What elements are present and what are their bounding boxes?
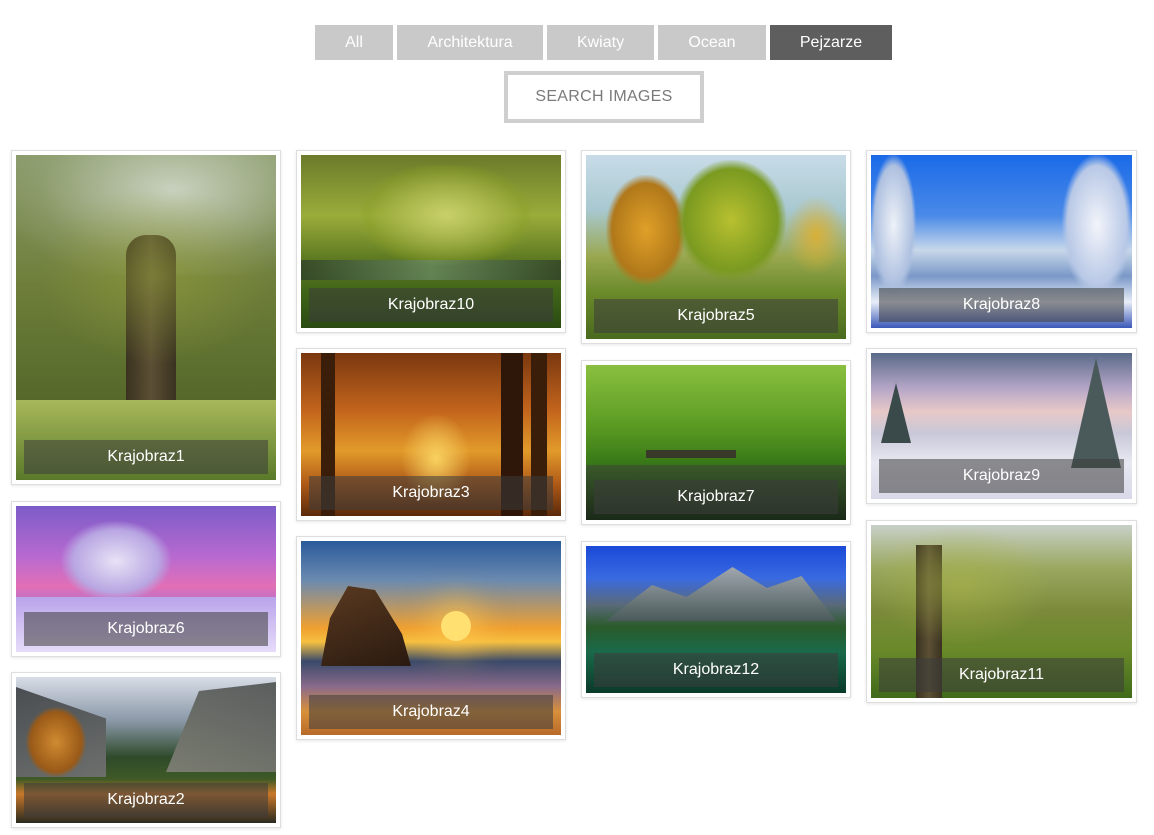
gallery-card-krajobraz1[interactable]: Krajobraz1 [11,150,281,485]
filter-architektura-button[interactable]: Architektura [397,25,543,60]
gallery-card-krajobraz2[interactable]: Krajobraz2 [11,672,281,828]
card-caption: Krajobraz7 [594,480,838,514]
purple-snow-photo: Krajobraz6 [16,506,276,652]
card-caption: Krajobraz12 [594,653,838,687]
sunset-beach-photo: Krajobraz4 [301,541,561,735]
autumn-forest-photo: Krajobraz3 [301,353,561,516]
card-caption: Krajobraz6 [24,612,268,646]
filter-all-button[interactable]: All [315,25,393,60]
gallery-card-krajobraz11[interactable]: Krajobraz11 [866,520,1137,703]
filter-ocean-button[interactable]: Ocean [658,25,766,60]
green-park-bridge-photo: Krajobraz7 [586,365,846,520]
card-caption: Krajobraz4 [309,695,553,729]
card-caption: Krajobraz1 [24,440,268,474]
snowy-forest-photo: Krajobraz8 [871,155,1132,328]
search-box [504,71,704,123]
gallery-card-krajobraz6[interactable]: Krajobraz6 [11,501,281,657]
mountain-lake-photo: Krajobraz12 [586,546,846,693]
card-caption: Krajobraz9 [879,459,1124,493]
gallery-card-krajobraz5[interactable]: Krajobraz5 [581,150,851,344]
card-caption: Krajobraz5 [594,299,838,333]
card-caption: Krajobraz11 [879,658,1124,692]
search-input[interactable] [508,75,700,119]
willow-meadow-photo: Krajobraz11 [871,525,1132,698]
card-caption: Krajobraz3 [309,476,553,510]
winter-sunset-pines-photo: Krajobraz9 [871,353,1132,499]
card-caption: Krajobraz10 [309,288,553,322]
valley-autumn-photo: Krajobraz2 [16,677,276,823]
gallery-card-krajobraz8[interactable]: Krajobraz8 [866,150,1137,333]
gallery-card-krajobraz7[interactable]: Krajobraz7 [581,360,851,525]
gallery-card-krajobraz12[interactable]: Krajobraz12 [581,541,851,698]
gallery-card-krajobraz10[interactable]: Krajobraz10 [296,150,566,333]
willow-tree-photo: Krajobraz1 [16,155,276,480]
card-caption: Krajobraz2 [24,783,268,817]
filter-pejzarze-button[interactable]: Pejzarze [770,25,892,60]
gallery-card-krajobraz9[interactable]: Krajobraz9 [866,348,1137,504]
gallery-card-krajobraz3[interactable]: Krajobraz3 [296,348,566,521]
card-caption: Krajobraz8 [879,288,1124,322]
filter-kwiaty-button[interactable]: Kwiaty [547,25,654,60]
category-filter-bar: All Architektura Kwiaty Ocean Pejzarze [315,25,892,60]
gallery-card-krajobraz4[interactable]: Krajobraz4 [296,536,566,740]
willow-park-photo: Krajobraz10 [301,155,561,328]
painted-autumn-trees-photo: Krajobraz5 [586,155,846,339]
